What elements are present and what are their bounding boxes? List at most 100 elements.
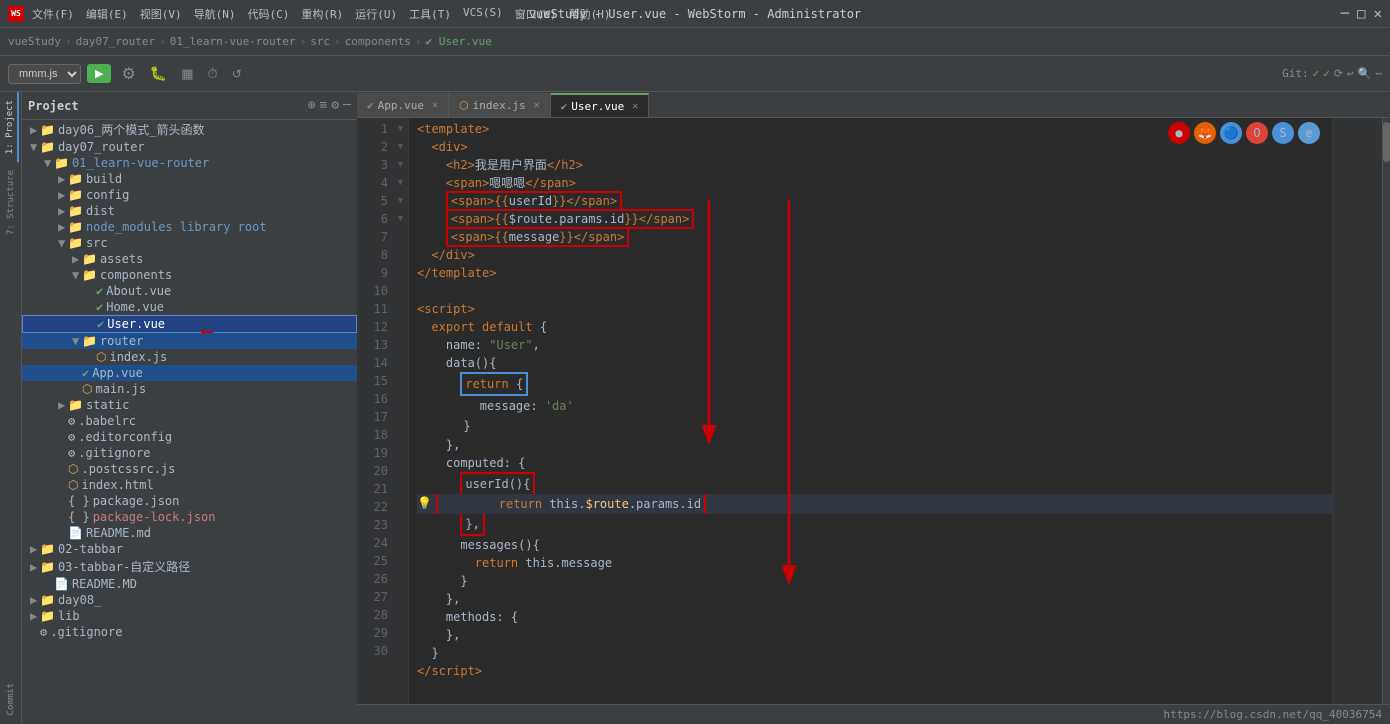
tree-item-editorconfig[interactable]: ⚙ .editorconfig (22, 429, 357, 445)
panel-collapse-icon[interactable]: ─ (343, 98, 351, 113)
tab-uservue[interactable]: ✔ User.vue ✕ (551, 93, 650, 117)
menu-navigate[interactable]: 导航(N) (194, 6, 236, 22)
coverage-button[interactable]: ▦ (177, 64, 197, 84)
tree-item-indexjs[interactable]: ⬡ index.js (22, 349, 357, 365)
tab-close-icon[interactable]: ✕ (534, 100, 540, 111)
vue-file-icon: ✔ (96, 284, 103, 298)
rerun-button[interactable]: ↺ (228, 65, 246, 83)
run-button[interactable]: ▶ (87, 64, 111, 83)
code-line-16: message: 'da' (417, 396, 1332, 416)
tree-label: assets (100, 252, 143, 266)
tree-item-day08[interactable]: ▶ 📁 day08_ (22, 592, 357, 608)
tree-label: index.js (109, 350, 167, 364)
edge-icon[interactable]: 🔵 (1220, 122, 1242, 144)
tree-item-mainjs[interactable]: ⬡ main.js (22, 381, 357, 397)
tree-item-config[interactable]: ▶ 📁 config (22, 187, 357, 203)
chevron-right-icon: ▶ (30, 593, 40, 607)
menu-refactor[interactable]: 重构(R) (301, 6, 343, 22)
tree-item-postcss[interactable]: ⬡ .postcssrc.js (22, 461, 357, 477)
tree-item-01learn[interactable]: ▼ 📁 01_learn-vue-router (22, 155, 357, 171)
code-content[interactable]: <template> <div> <h2>我是用户界面</h2> <span>嗯… (409, 118, 1332, 704)
fold-arrow-1[interactable]: ▼ (393, 120, 408, 138)
scrollbar-thumb[interactable] (1383, 122, 1390, 162)
folder-icon: 📁 (68, 172, 83, 186)
debug-button[interactable]: 🐛 (146, 63, 171, 84)
git-back-button[interactable]: ↩ (1347, 67, 1354, 80)
breadcrumb-day07[interactable]: day07_router (76, 35, 155, 48)
window-controls[interactable]: ─ □ ✕ (1341, 6, 1382, 22)
panel-add-icon[interactable]: ⊕ (308, 98, 316, 113)
ie-icon[interactable]: e (1298, 122, 1320, 144)
menu-code[interactable]: 代码(C) (248, 6, 290, 22)
opera-icon[interactable]: O (1246, 122, 1268, 144)
tree-item-about[interactable]: ✔ About.vue (22, 283, 357, 299)
tab-close-icon[interactable]: ✕ (432, 100, 438, 111)
tree-item-gitignore-root[interactable]: ⚙ .gitignore (22, 624, 357, 640)
fold-arrow-11[interactable]: ▼ (393, 156, 408, 174)
tree-item-indexhtml[interactable]: ⬡ index.html (22, 477, 357, 493)
breadcrumb-src[interactable]: src (310, 35, 330, 48)
yellow-bulb-icon[interactable]: 💡 (417, 494, 432, 512)
menu-edit[interactable]: 编辑(E) (86, 6, 128, 22)
tree-item-src[interactable]: ▼ 📁 src (22, 235, 357, 251)
tab-indexjs[interactable]: ⬡ index.js ✕ (449, 93, 551, 117)
git-history-button[interactable]: ⟳ (1334, 67, 1343, 80)
git-check2[interactable]: ✓ (1323, 67, 1330, 80)
tree-item-static[interactable]: ▶ 📁 static (22, 397, 357, 413)
tree-item-node-modules[interactable]: ▶ 📁 node_modules library root (22, 219, 357, 235)
build-button[interactable]: ⚙ (117, 62, 139, 86)
tree-item-readmemd[interactable]: 📄 README.MD (22, 576, 357, 592)
code-line-11: <script> (417, 300, 1332, 318)
panel-layout-icon[interactable]: ≡ (320, 98, 328, 113)
firefox-icon[interactable]: 🦊 (1194, 122, 1216, 144)
chrome-icon[interactable]: ● (1168, 122, 1190, 144)
tree-item-build[interactable]: ▶ 📁 build (22, 171, 357, 187)
tree-item-03tabbar[interactable]: ▶ 📁 03-tabbar-自定义路径 (22, 557, 357, 576)
vtab-commit[interactable]: Commit (4, 675, 18, 724)
tree-item-appvue[interactable]: ✔ App.vue (22, 365, 357, 381)
tree-item-packagejson[interactable]: { } package.json (22, 493, 357, 509)
vtab-project[interactable]: 1: Project (3, 92, 19, 162)
fold-arrow-9[interactable]: ▼ (393, 138, 408, 156)
close-button[interactable]: ✕ (1374, 6, 1382, 22)
safari-icon[interactable]: S (1272, 122, 1294, 144)
fold-arrow-30[interactable]: ▼ (393, 210, 408, 228)
menu-run[interactable]: 运行(U) (355, 6, 397, 22)
breadcrumb-01[interactable]: 01_learn-vue-router (170, 35, 296, 48)
tree-item-assets[interactable]: ▶ 📁 assets (22, 251, 357, 267)
git-more-button[interactable]: ⋯ (1375, 67, 1382, 80)
git-check1[interactable]: ✓ (1313, 67, 1320, 80)
minimize-button[interactable]: ─ (1341, 6, 1349, 22)
fold-arrow-12[interactable]: ▼ (393, 174, 408, 192)
vtab-structure[interactable]: 7: Structure (4, 162, 18, 243)
tab-close-icon[interactable]: ✕ (632, 101, 638, 112)
profile-button[interactable]: ⏱ (204, 64, 222, 84)
tree-item-gitignore[interactable]: ⚙ .gitignore (22, 445, 357, 461)
tree-item-day07[interactable]: ▼ 📁 day07_router (22, 139, 357, 155)
scrollbar-track[interactable] (1382, 118, 1390, 704)
git-search-button[interactable]: 🔍 (1358, 67, 1372, 80)
tree-item-02tabbar[interactable]: ▶ 📁 02-tabbar (22, 541, 357, 557)
breadcrumb-project[interactable]: vueStudy (8, 35, 61, 48)
tree-label: router (100, 334, 143, 348)
panel-settings-icon[interactable]: ⚙ (331, 98, 339, 113)
tree-item-babelrc[interactable]: ⚙ .babelrc (22, 413, 357, 429)
menu-vcs[interactable]: VCS(S) (463, 6, 503, 22)
tree-item-readme[interactable]: 📄 README.md (22, 525, 357, 541)
tree-item-packagelock[interactable]: { } package-lock.json (22, 509, 357, 525)
fold-arrow-20[interactable]: ▼ (393, 192, 408, 210)
tree-item-home[interactable]: ✔ Home.vue (22, 299, 357, 315)
breadcrumb-components[interactable]: components (345, 35, 411, 48)
tree-item-router[interactable]: ▼ 📁 router (22, 333, 357, 349)
menu-file[interactable]: 文件(F) (32, 6, 74, 22)
tree-item-lib[interactable]: ▶ 📁 lib (22, 608, 357, 624)
tree-item-user[interactable]: ✔ User.vue (22, 315, 357, 333)
menu-tools[interactable]: 工具(T) (409, 6, 451, 22)
maximize-button[interactable]: □ (1357, 6, 1365, 22)
menu-view[interactable]: 视图(V) (140, 6, 182, 22)
tab-appvue[interactable]: ✔ App.vue ✕ (357, 93, 449, 117)
file-selector[interactable]: mmm.js (8, 64, 81, 84)
tree-item-components[interactable]: ▼ 📁 components (22, 267, 357, 283)
tree-item-day06[interactable]: ▶ 📁 day06_两个模式_箭头函数 (22, 120, 357, 139)
tree-item-dist[interactable]: ▶ 📁 dist (22, 203, 357, 219)
